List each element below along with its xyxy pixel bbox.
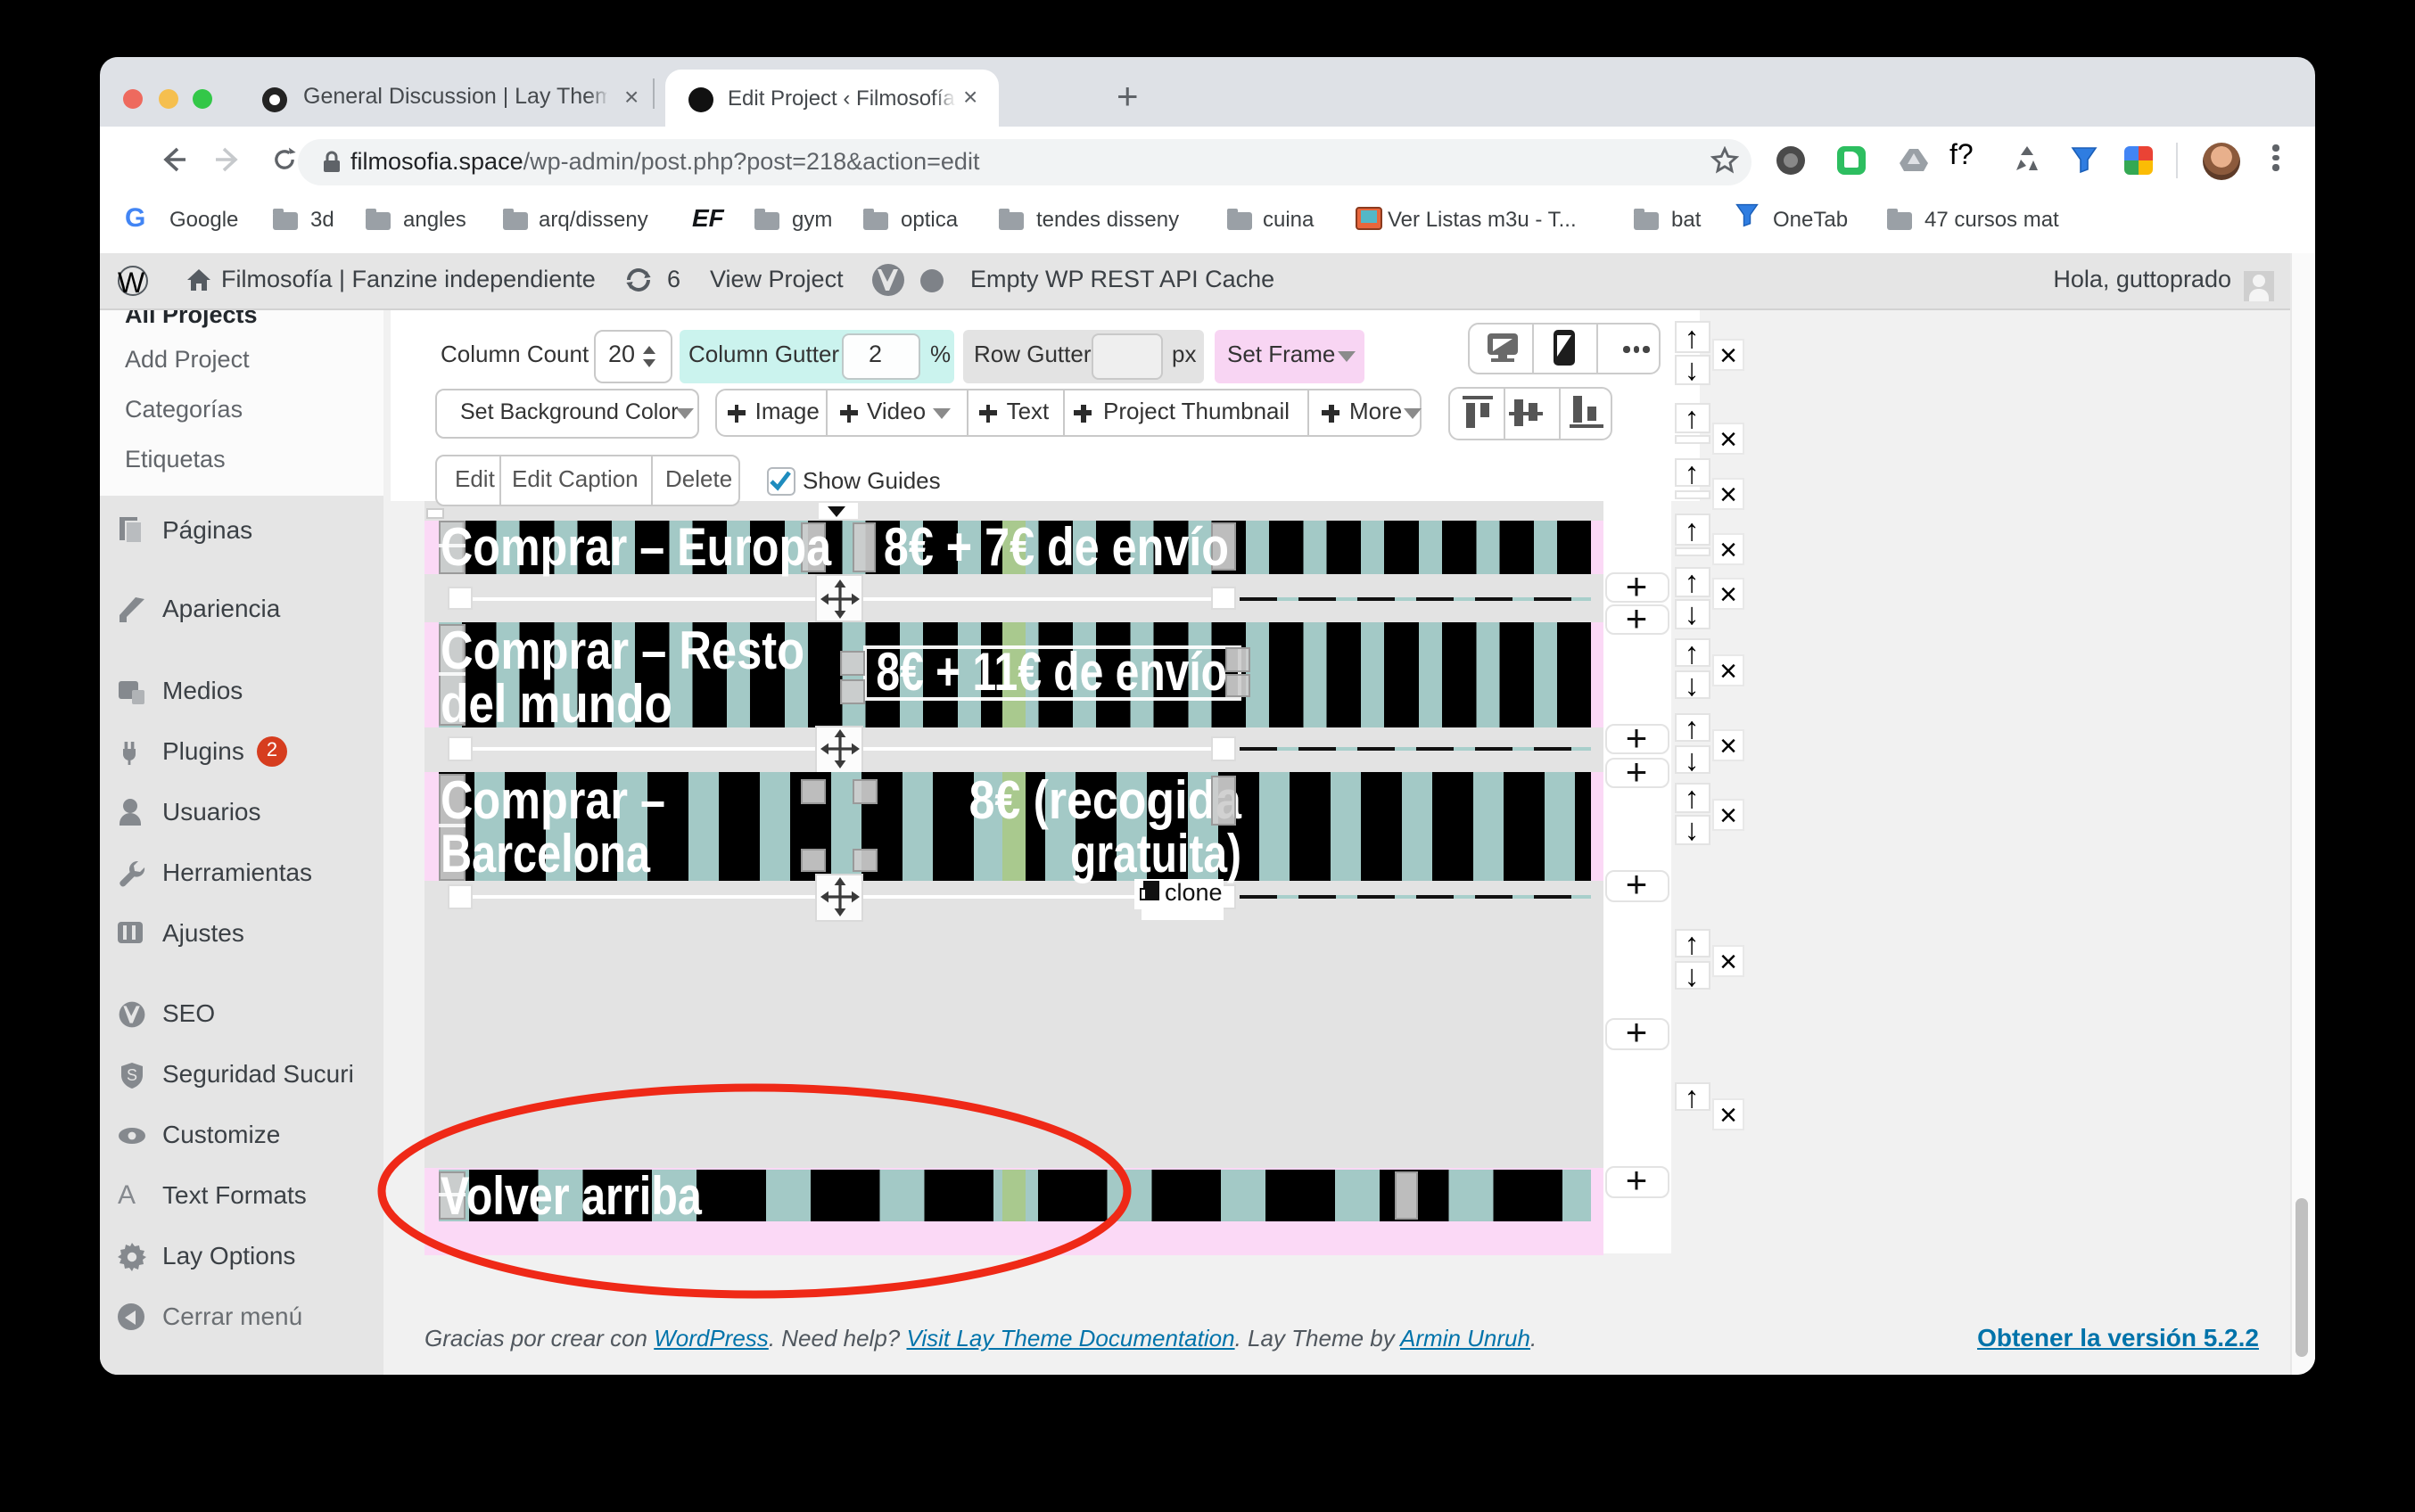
- svg-text:S: S: [127, 1065, 137, 1083]
